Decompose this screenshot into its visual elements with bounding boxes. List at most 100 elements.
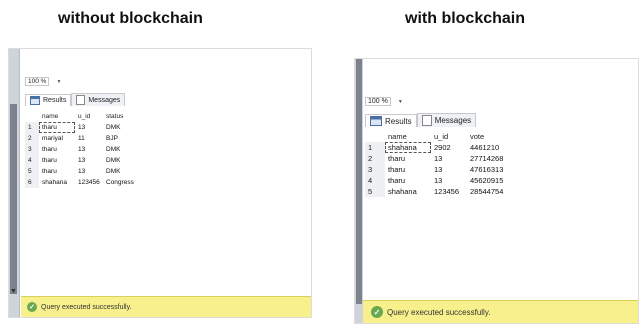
- cell-u-id[interactable]: 123456: [75, 177, 103, 188]
- row-number-cell[interactable]: 5: [25, 166, 39, 177]
- scroll-down-arrow-icon[interactable]: ▼: [10, 288, 17, 295]
- right-results-grid: name u_id vote 1 shahana 2902 4461210 2 tharu…: [365, 131, 513, 197]
- status-message: Query executed successfully.: [41, 303, 132, 311]
- left-results-grid: name u_id status 1 tharu 13 DMK 2 mariyal 11 BJ…: [25, 111, 143, 188]
- cell-value[interactable]: BJP: [103, 133, 143, 144]
- zoom-value[interactable]: 100 %: [25, 77, 50, 86]
- table-row[interactable]: 5 tharu 13 DMK: [25, 166, 143, 177]
- zoom-control[interactable]: 100 % ▼: [25, 77, 61, 86]
- zoom-value[interactable]: 100 %: [365, 97, 391, 106]
- cell-name[interactable]: tharu: [385, 164, 431, 175]
- table-row[interactable]: 6 shahana 123456 Congress: [25, 177, 143, 188]
- cell-name[interactable]: shahana: [385, 142, 431, 153]
- scroll-thumb[interactable]: [356, 59, 362, 304]
- messages-icon: [76, 95, 86, 105]
- table-row[interactable]: 2 mariyal 11 BJP: [25, 133, 143, 144]
- row-number-cell[interactable]: 1: [25, 122, 39, 133]
- table-row[interactable]: 2 tharu 13 27714268: [365, 153, 513, 164]
- tab-messages[interactable]: Messages: [416, 113, 477, 127]
- left-scrollbar[interactable]: ▼: [9, 49, 20, 317]
- tab-results-label: Results: [385, 116, 412, 126]
- cell-u-id[interactable]: 123456: [431, 186, 467, 197]
- cell-value[interactable]: 4461210: [467, 142, 513, 153]
- cell-value[interactable]: DMK: [103, 122, 143, 133]
- table-row[interactable]: 4 tharu 13 DMK: [25, 155, 143, 166]
- cell-value[interactable]: DMK: [103, 166, 143, 177]
- row-number-cell[interactable]: 3: [25, 144, 39, 155]
- tab-results-label: Results: [43, 97, 67, 104]
- row-number-cell[interactable]: 2: [25, 133, 39, 144]
- cell-u-id[interactable]: 13: [431, 175, 467, 186]
- scroll-thumb[interactable]: [10, 104, 17, 294]
- header-row: name u_id status: [25, 111, 143, 122]
- cell-value[interactable]: Congress: [103, 177, 143, 188]
- cell-name[interactable]: tharu: [385, 175, 431, 186]
- results-tabbar: Results Messages: [25, 93, 126, 106]
- right-query-window: 100 % ▼ Results Messages name u_id vote …: [354, 58, 639, 324]
- cell-value[interactable]: DMK: [103, 155, 143, 166]
- chevron-down-icon[interactable]: ▼: [398, 99, 403, 105]
- grid-icon: [30, 96, 40, 105]
- table-row[interactable]: 1 tharu 13 DMK: [25, 122, 143, 133]
- cell-u-id[interactable]: 2902: [431, 142, 467, 153]
- cell-u-id[interactable]: 13: [431, 164, 467, 175]
- cell-u-id[interactable]: 13: [75, 166, 103, 177]
- column-header-name[interactable]: name: [385, 131, 431, 142]
- messages-icon: [421, 115, 432, 126]
- cell-value[interactable]: DMK: [103, 144, 143, 155]
- tab-messages[interactable]: Messages: [71, 93, 126, 106]
- column-header-u-id[interactable]: u_id: [431, 131, 467, 142]
- column-header-u-id[interactable]: u_id: [75, 111, 103, 122]
- row-number-cell[interactable]: 4: [25, 155, 39, 166]
- column-header-status[interactable]: status: [103, 111, 143, 122]
- left-query-window: ▼ 100 % ▼ Results Messages name u_id sta…: [8, 48, 312, 318]
- status-message: Query executed successfully.: [387, 307, 491, 317]
- row-number-cell[interactable]: 3: [365, 164, 385, 175]
- cell-name[interactable]: tharu: [39, 155, 75, 166]
- cell-u-id[interactable]: 13: [75, 155, 103, 166]
- row-number-cell[interactable]: 4: [365, 175, 385, 186]
- header-row: name u_id vote: [365, 131, 513, 142]
- row-number-header: [25, 111, 39, 122]
- zoom-control[interactable]: 100 % ▼: [365, 97, 403, 106]
- cell-u-id[interactable]: 13: [75, 122, 103, 133]
- table-row[interactable]: 3 tharu 13 47616313: [365, 164, 513, 175]
- check-circle-icon: ✓: [371, 306, 383, 318]
- table-row[interactable]: 1 shahana 2902 4461210: [365, 142, 513, 153]
- cell-name[interactable]: tharu: [39, 144, 75, 155]
- tab-messages-label: Messages: [434, 116, 472, 125]
- left-status-bar: ✓ Query executed successfully.: [21, 296, 311, 317]
- table-row[interactable]: 5 shahana 123456 28544754: [365, 186, 513, 197]
- cell-value[interactable]: 28544754: [467, 186, 513, 197]
- cell-value[interactable]: 45620915: [467, 175, 513, 186]
- grid-icon: [370, 116, 382, 126]
- cell-name[interactable]: tharu: [39, 122, 75, 133]
- row-number-cell[interactable]: 6: [25, 177, 39, 188]
- cell-name[interactable]: mariyal: [39, 133, 75, 144]
- table-row[interactable]: 3 tharu 13 DMK: [25, 144, 143, 155]
- right-status-bar: ✓ Query executed successfully.: [363, 300, 638, 323]
- cell-name[interactable]: tharu: [39, 166, 75, 177]
- cell-value[interactable]: 47616313: [467, 164, 513, 175]
- cell-u-id[interactable]: 11: [75, 133, 103, 144]
- cell-name[interactable]: shahana: [385, 186, 431, 197]
- cell-u-id[interactable]: 13: [75, 144, 103, 155]
- row-number-header: [365, 131, 385, 142]
- tab-results[interactable]: Results: [365, 114, 417, 127]
- cell-name[interactable]: tharu: [385, 153, 431, 164]
- tab-messages-label: Messages: [88, 96, 121, 104]
- cell-u-id[interactable]: 13: [431, 153, 467, 164]
- cell-value[interactable]: 27714268: [467, 153, 513, 164]
- chevron-down-icon[interactable]: ▼: [56, 79, 61, 85]
- column-header-vote[interactable]: vote: [467, 131, 513, 142]
- row-number-cell[interactable]: 1: [365, 142, 385, 153]
- tab-results[interactable]: Results: [25, 94, 72, 106]
- row-number-cell[interactable]: 5: [365, 186, 385, 197]
- caption-with-blockchain: with blockchain: [405, 10, 526, 27]
- caption-without-blockchain: without blockchain: [58, 10, 203, 27]
- column-header-name[interactable]: name: [39, 111, 75, 122]
- right-scrollbar[interactable]: [355, 59, 363, 323]
- cell-name[interactable]: shahana: [39, 177, 75, 188]
- row-number-cell[interactable]: 2: [365, 153, 385, 164]
- table-row[interactable]: 4 tharu 13 45620915: [365, 175, 513, 186]
